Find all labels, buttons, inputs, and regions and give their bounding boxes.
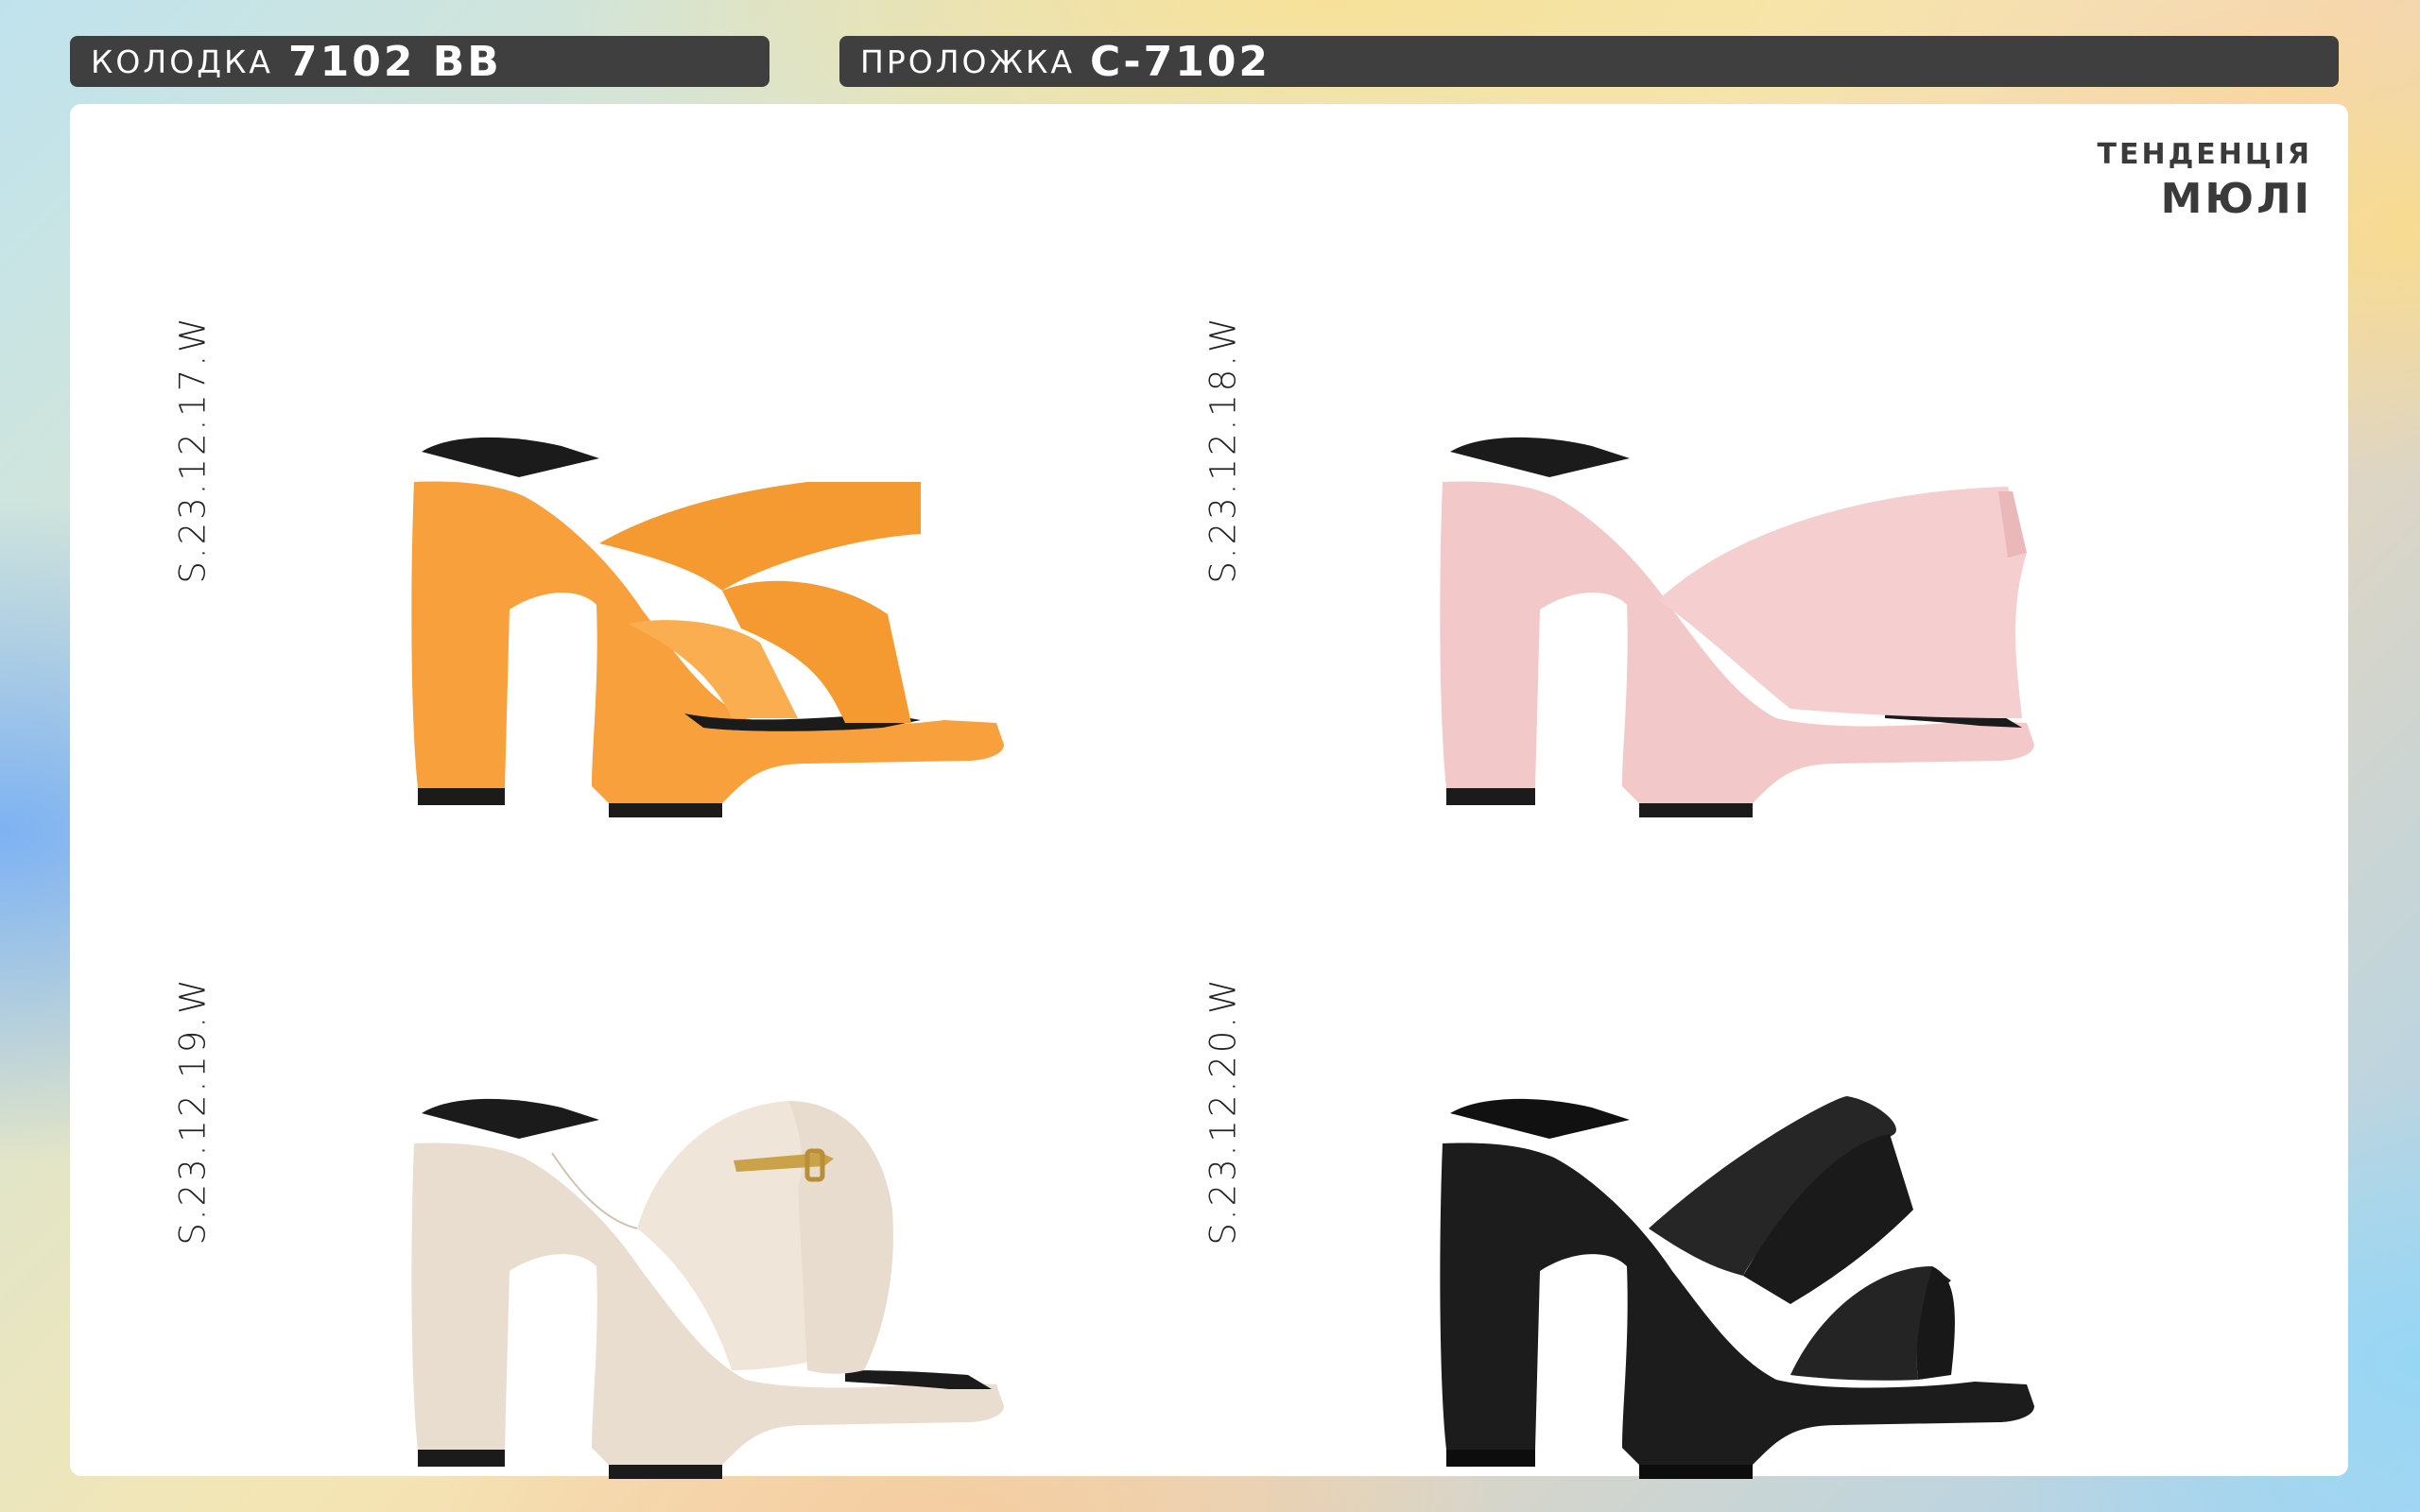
trend-value: МЮЛІ <box>2160 175 2312 223</box>
product-code-text: S.23.12.20.W <box>1202 975 1244 1246</box>
product-image-beige-mule <box>411 1098 1005 1479</box>
trend-block: ТЕНДЕНЦІЯ МЮЛІ <box>2098 138 2312 223</box>
product-image-pink-mule <box>1440 437 2034 817</box>
insole-label: ПРОЛОЖКА <box>860 43 1076 80</box>
product-code-text: S.23.12.19.W <box>172 975 214 1246</box>
product-code-3: S.23.12.19.W <box>164 975 221 1246</box>
product-code-2: S.23.12.18.W <box>1195 314 1252 584</box>
insole-info-bar: ПРОЛОЖКА С-7102 <box>839 36 2339 87</box>
product-code-text: S.23.12.17.W <box>172 314 214 584</box>
product-code-text: S.23.12.18.W <box>1202 314 1244 584</box>
last-label: КОЛОДКА <box>91 43 273 80</box>
product-image-black-mule <box>1440 1096 2034 1479</box>
insole-value: С-7102 <box>1090 37 1271 86</box>
product-code-4: S.23.12.20.W <box>1195 975 1252 1246</box>
product-code-1: S.23.12.17.W <box>164 314 221 584</box>
last-info-bar: КОЛОДКА 7102 ВВ <box>70 36 769 87</box>
catalog-card: ТЕНДЕНЦІЯ МЮЛІ S.23.12.17.W S.23.12.18.W… <box>70 104 2348 1479</box>
product-image-orange-mule <box>411 437 1005 817</box>
trend-label: ТЕНДЕНЦІЯ <box>2097 138 2312 171</box>
last-value: 7102 ВВ <box>287 37 502 86</box>
